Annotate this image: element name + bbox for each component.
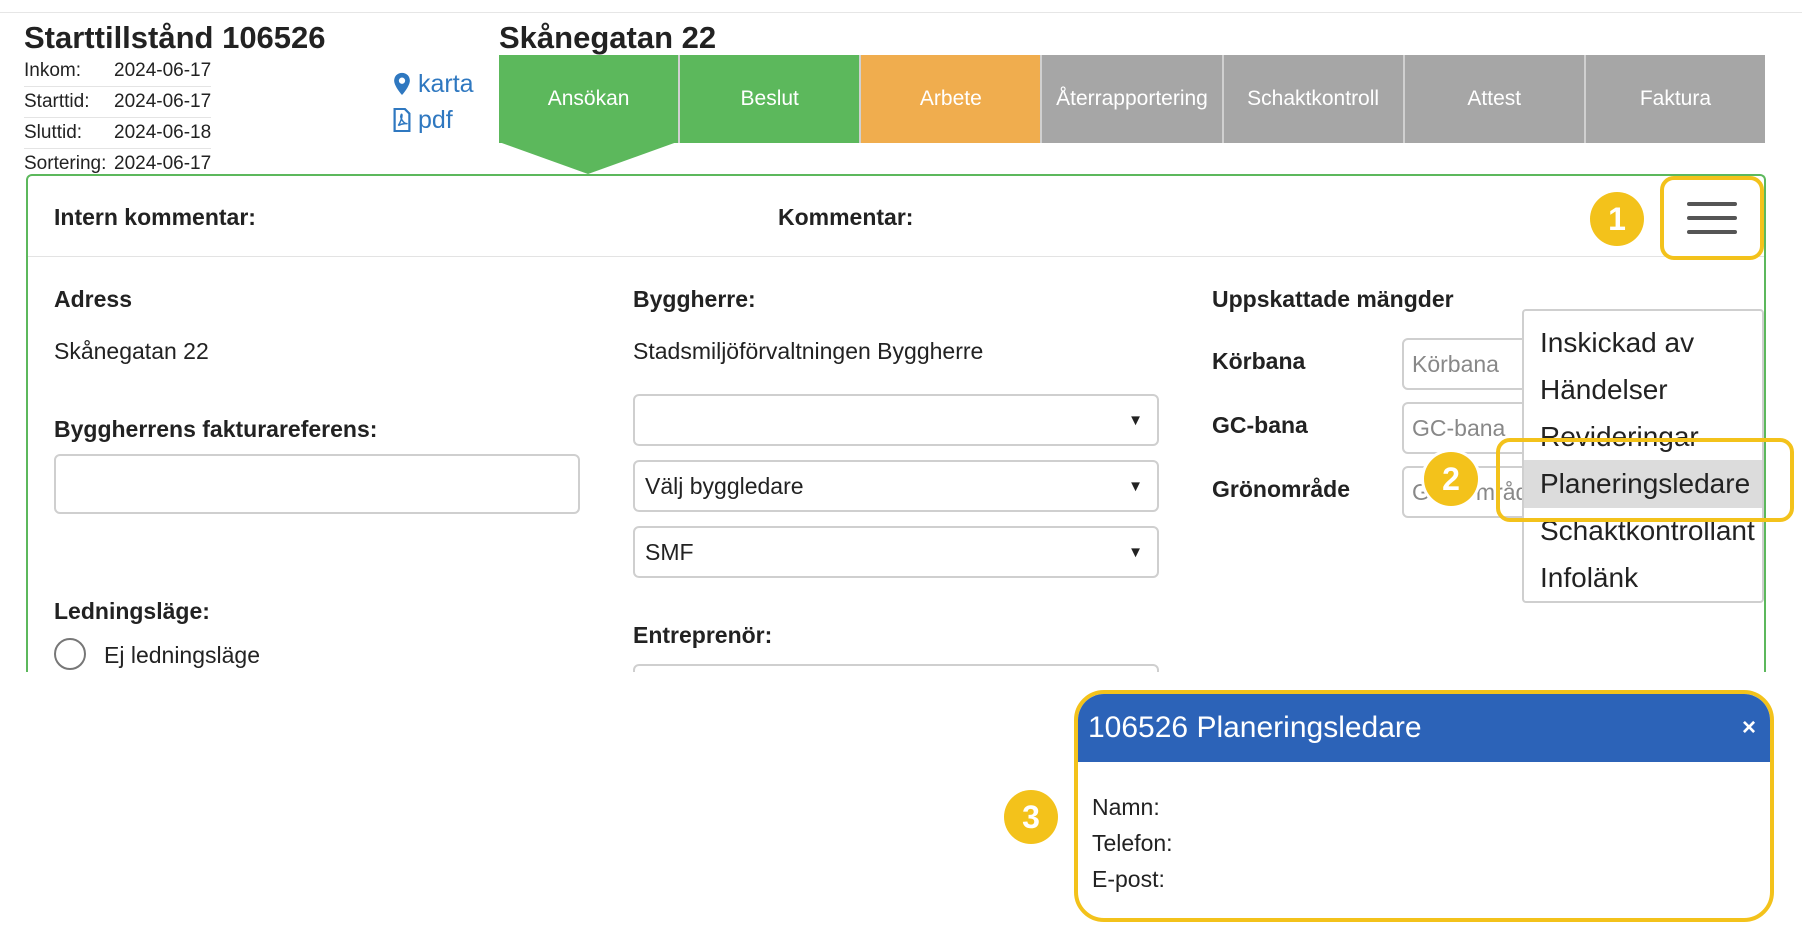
invoice-reference-input[interactable] (54, 454, 580, 514)
menu-item-handelser[interactable]: Händelser (1524, 366, 1762, 414)
menu-icon-bar (1687, 216, 1737, 220)
caret-down-icon: ▼ (1128, 477, 1143, 495)
contact-phone-label: Telefon: (1092, 830, 1173, 856)
active-step-pointer (499, 142, 677, 174)
planeringsledare-dialog: 106526 Planeringsledare × Namn: Telefon:… (1074, 690, 1774, 922)
date-label: Inkom: (24, 60, 82, 81)
comment-label: Kommentar: (778, 204, 914, 230)
date-row-inkom: Inkom: 2024-06-17 (24, 56, 212, 87)
pdf-link-label: pdf (418, 105, 453, 134)
byggherre-label: Byggherre: (633, 286, 756, 312)
step-schaktkontroll[interactable]: Schaktkontroll (1223, 55, 1405, 143)
dialog-title: 106526 Planeringsledare (1088, 711, 1422, 744)
date-row-sluttid: Sluttid: 2024-06-18 (24, 118, 212, 149)
panel-crop-edge (0, 672, 1802, 682)
close-icon[interactable]: × (1742, 714, 1756, 742)
byggledare-select[interactable]: Välj byggledare ▼ (633, 460, 1159, 512)
callout-badge-2: 2 (1424, 452, 1478, 506)
date-row-starttid: Starttid: 2024-06-17 (24, 87, 212, 118)
contact-email-label: E-post: (1092, 866, 1165, 892)
header-links: karta pdf (392, 66, 474, 138)
step-aterrapportering[interactable]: Återrapportering (1042, 55, 1224, 143)
map-link[interactable]: karta (392, 66, 474, 102)
date-value: 2024-06-17 (114, 91, 212, 112)
step-attest[interactable]: Attest (1404, 55, 1586, 143)
planeringsledare-highlight (1496, 438, 1794, 522)
comment-bar: Intern kommentar: Kommentar: (28, 176, 1764, 257)
workflow-steps: Ansökan Beslut Arbete Återrapportering S… (499, 55, 1765, 143)
date-label: Starttid: (24, 91, 90, 112)
callout-badge-3: 3 (1004, 790, 1058, 844)
map-link-label: karta (418, 69, 474, 98)
menu-item-inskickad-av[interactable]: Inskickad av (1524, 319, 1762, 367)
byggherre-contact-select[interactable]: ▼ (633, 394, 1159, 446)
address-value: Skånegatan 22 (54, 338, 209, 364)
invoice-reference-label: Byggherrens fakturareferens: (54, 416, 378, 442)
pdf-file-icon (393, 108, 411, 132)
ej-ledningslage-label: Ej ledningsläge (104, 642, 261, 668)
date-list: Inkom: 2024-06-17 Starttid: 2024-06-17 S… (24, 56, 212, 179)
pdf-link[interactable]: pdf (392, 102, 474, 138)
quantities-title: Uppskattade mängder (1212, 286, 1454, 312)
date-value: 2024-06-18 (114, 122, 212, 143)
korbana-label: Körbana (1212, 348, 1306, 374)
hamburger-menu-button[interactable] (1660, 176, 1764, 260)
entreprenor-label: Entreprenör: (633, 622, 773, 648)
internal-comment-label: Intern kommentar: (54, 204, 256, 230)
permit-panel: Intern kommentar: Kommentar: Adress Skån… (26, 174, 1766, 674)
step-arbete[interactable]: Arbete (861, 55, 1043, 143)
street-title: Skånegatan 22 (499, 20, 717, 55)
map-marker-icon (394, 72, 410, 96)
gronomrade-label: Grönområde (1212, 476, 1351, 502)
caret-down-icon: ▼ (1128, 411, 1143, 429)
ledningslage-label: Ledningsläge: (54, 598, 210, 624)
ej-ledningslage-radio[interactable] (54, 638, 86, 670)
address-label: Adress (54, 286, 132, 312)
menu-item-infolank[interactable]: Infolänk (1524, 554, 1762, 601)
step-faktura[interactable]: Faktura (1585, 55, 1765, 143)
dialog-header: 106526 Planeringsledare × (1078, 694, 1770, 762)
select-value: Välj byggledare (645, 472, 804, 499)
caret-down-icon: ▼ (1128, 543, 1143, 561)
menu-icon-bar (1687, 230, 1737, 234)
permit-title: Starttillstånd 106526 (24, 20, 326, 55)
byggherre-value: Stadsmiljöförvaltningen Byggherre (633, 338, 984, 364)
contact-name-label: Namn: (1092, 794, 1160, 820)
date-label: Sluttid: (24, 122, 83, 143)
gc-bana-label: GC-bana (1212, 412, 1308, 438)
step-beslut[interactable]: Beslut (680, 55, 862, 143)
organisation-select[interactable]: SMF ▼ (633, 526, 1159, 578)
top-divider (0, 12, 1802, 13)
callout-badge-1: 1 (1590, 192, 1644, 246)
date-value: 2024-06-17 (114, 60, 212, 81)
menu-icon-bar (1687, 202, 1737, 206)
select-value: SMF (645, 538, 694, 565)
step-ansokan[interactable]: Ansökan (499, 55, 681, 143)
